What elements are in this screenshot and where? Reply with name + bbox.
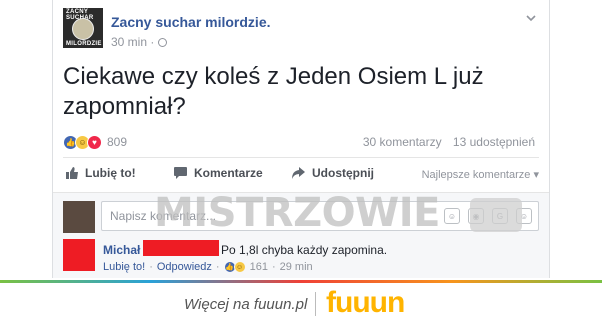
avatar-face (72, 18, 94, 40)
watermark-logo (470, 198, 522, 232)
post-stats: 30 komentarzy 13 udostępnień (355, 135, 535, 149)
footer-divider (315, 292, 316, 316)
reply-reaction-count[interactable]: 161 (250, 261, 268, 273)
separator-dot: · (271, 261, 276, 273)
love-reaction-icon: ♥ (87, 134, 102, 150)
fuuun-logo[interactable]: fuuun (326, 286, 405, 320)
reply-text: Po 1,8l chyba każdy zapomina. (221, 243, 388, 257)
watermark-text: MISTRZOWIE (154, 190, 440, 236)
reply-reply-link[interactable]: Odpowiedz (157, 261, 212, 273)
footer-text[interactable]: Więcej na fuuun.pl (184, 296, 307, 313)
share-arrow-icon (292, 167, 305, 179)
page-name-link[interactable]: Zacny suchar milordzie. (111, 14, 271, 30)
reactions-summary[interactable]: 👍 ☺ ♥ 809 (63, 133, 127, 151)
post-card: ZACNY SUCHAR MILORDZIE Zacny suchar milo… (52, 0, 550, 278)
comment-label: Komentarze (194, 166, 263, 180)
emoji-icon[interactable]: ☺ (444, 208, 460, 224)
reply-meta: Lubię to! · Odpowiedz · 👍 ☺ 161 · 29 min (103, 261, 313, 273)
color-strip (0, 280, 602, 283)
reply-time: 29 min (279, 261, 313, 273)
comment-sort-dropdown[interactable]: Najlepsze komentarze ▾ (422, 168, 539, 181)
like-label: Lubię to! (85, 166, 136, 180)
post-timestamp[interactable]: 30 min · (111, 35, 168, 49)
post-text: Ciekawe czy koleś z Jeden Osiem L już za… (63, 63, 484, 120)
divider (63, 157, 539, 158)
haha-reaction-icon: ☺ (233, 261, 246, 273)
chevron-down-icon[interactable] (525, 12, 537, 24)
reply-author-link[interactable]: Michał (103, 243, 140, 257)
page-avatar[interactable]: ZACNY SUCHAR MILORDZIE (63, 8, 103, 48)
like-button[interactable]: Lubię to! (65, 166, 136, 180)
comment-bubble-icon (174, 167, 187, 179)
avatar-caption-bottom: MILORDZIE (66, 41, 102, 47)
reply-avatar[interactable] (63, 239, 95, 271)
share-button[interactable]: Udostępnij (291, 166, 374, 180)
post-time-text: 30 min · (111, 35, 155, 49)
redaction-block (143, 240, 219, 256)
shares-count-link[interactable]: 13 udostępnień (453, 135, 535, 149)
reply-like-link[interactable]: Lubię to! (103, 261, 145, 273)
sort-label: Najlepsze komentarze (421, 169, 531, 181)
separator-dot: · (215, 261, 220, 273)
thumbs-up-icon (66, 167, 78, 179)
globe-icon (158, 38, 168, 47)
separator-dot: · (149, 261, 153, 273)
current-user-avatar (63, 201, 95, 233)
comment-button[interactable]: Komentarze (173, 166, 263, 180)
comments-count-link[interactable]: 30 komentarzy (363, 135, 442, 149)
caret-down-icon: ▾ (533, 169, 539, 181)
reaction-count: 809 (107, 135, 128, 149)
share-label: Udostępnij (312, 166, 374, 180)
